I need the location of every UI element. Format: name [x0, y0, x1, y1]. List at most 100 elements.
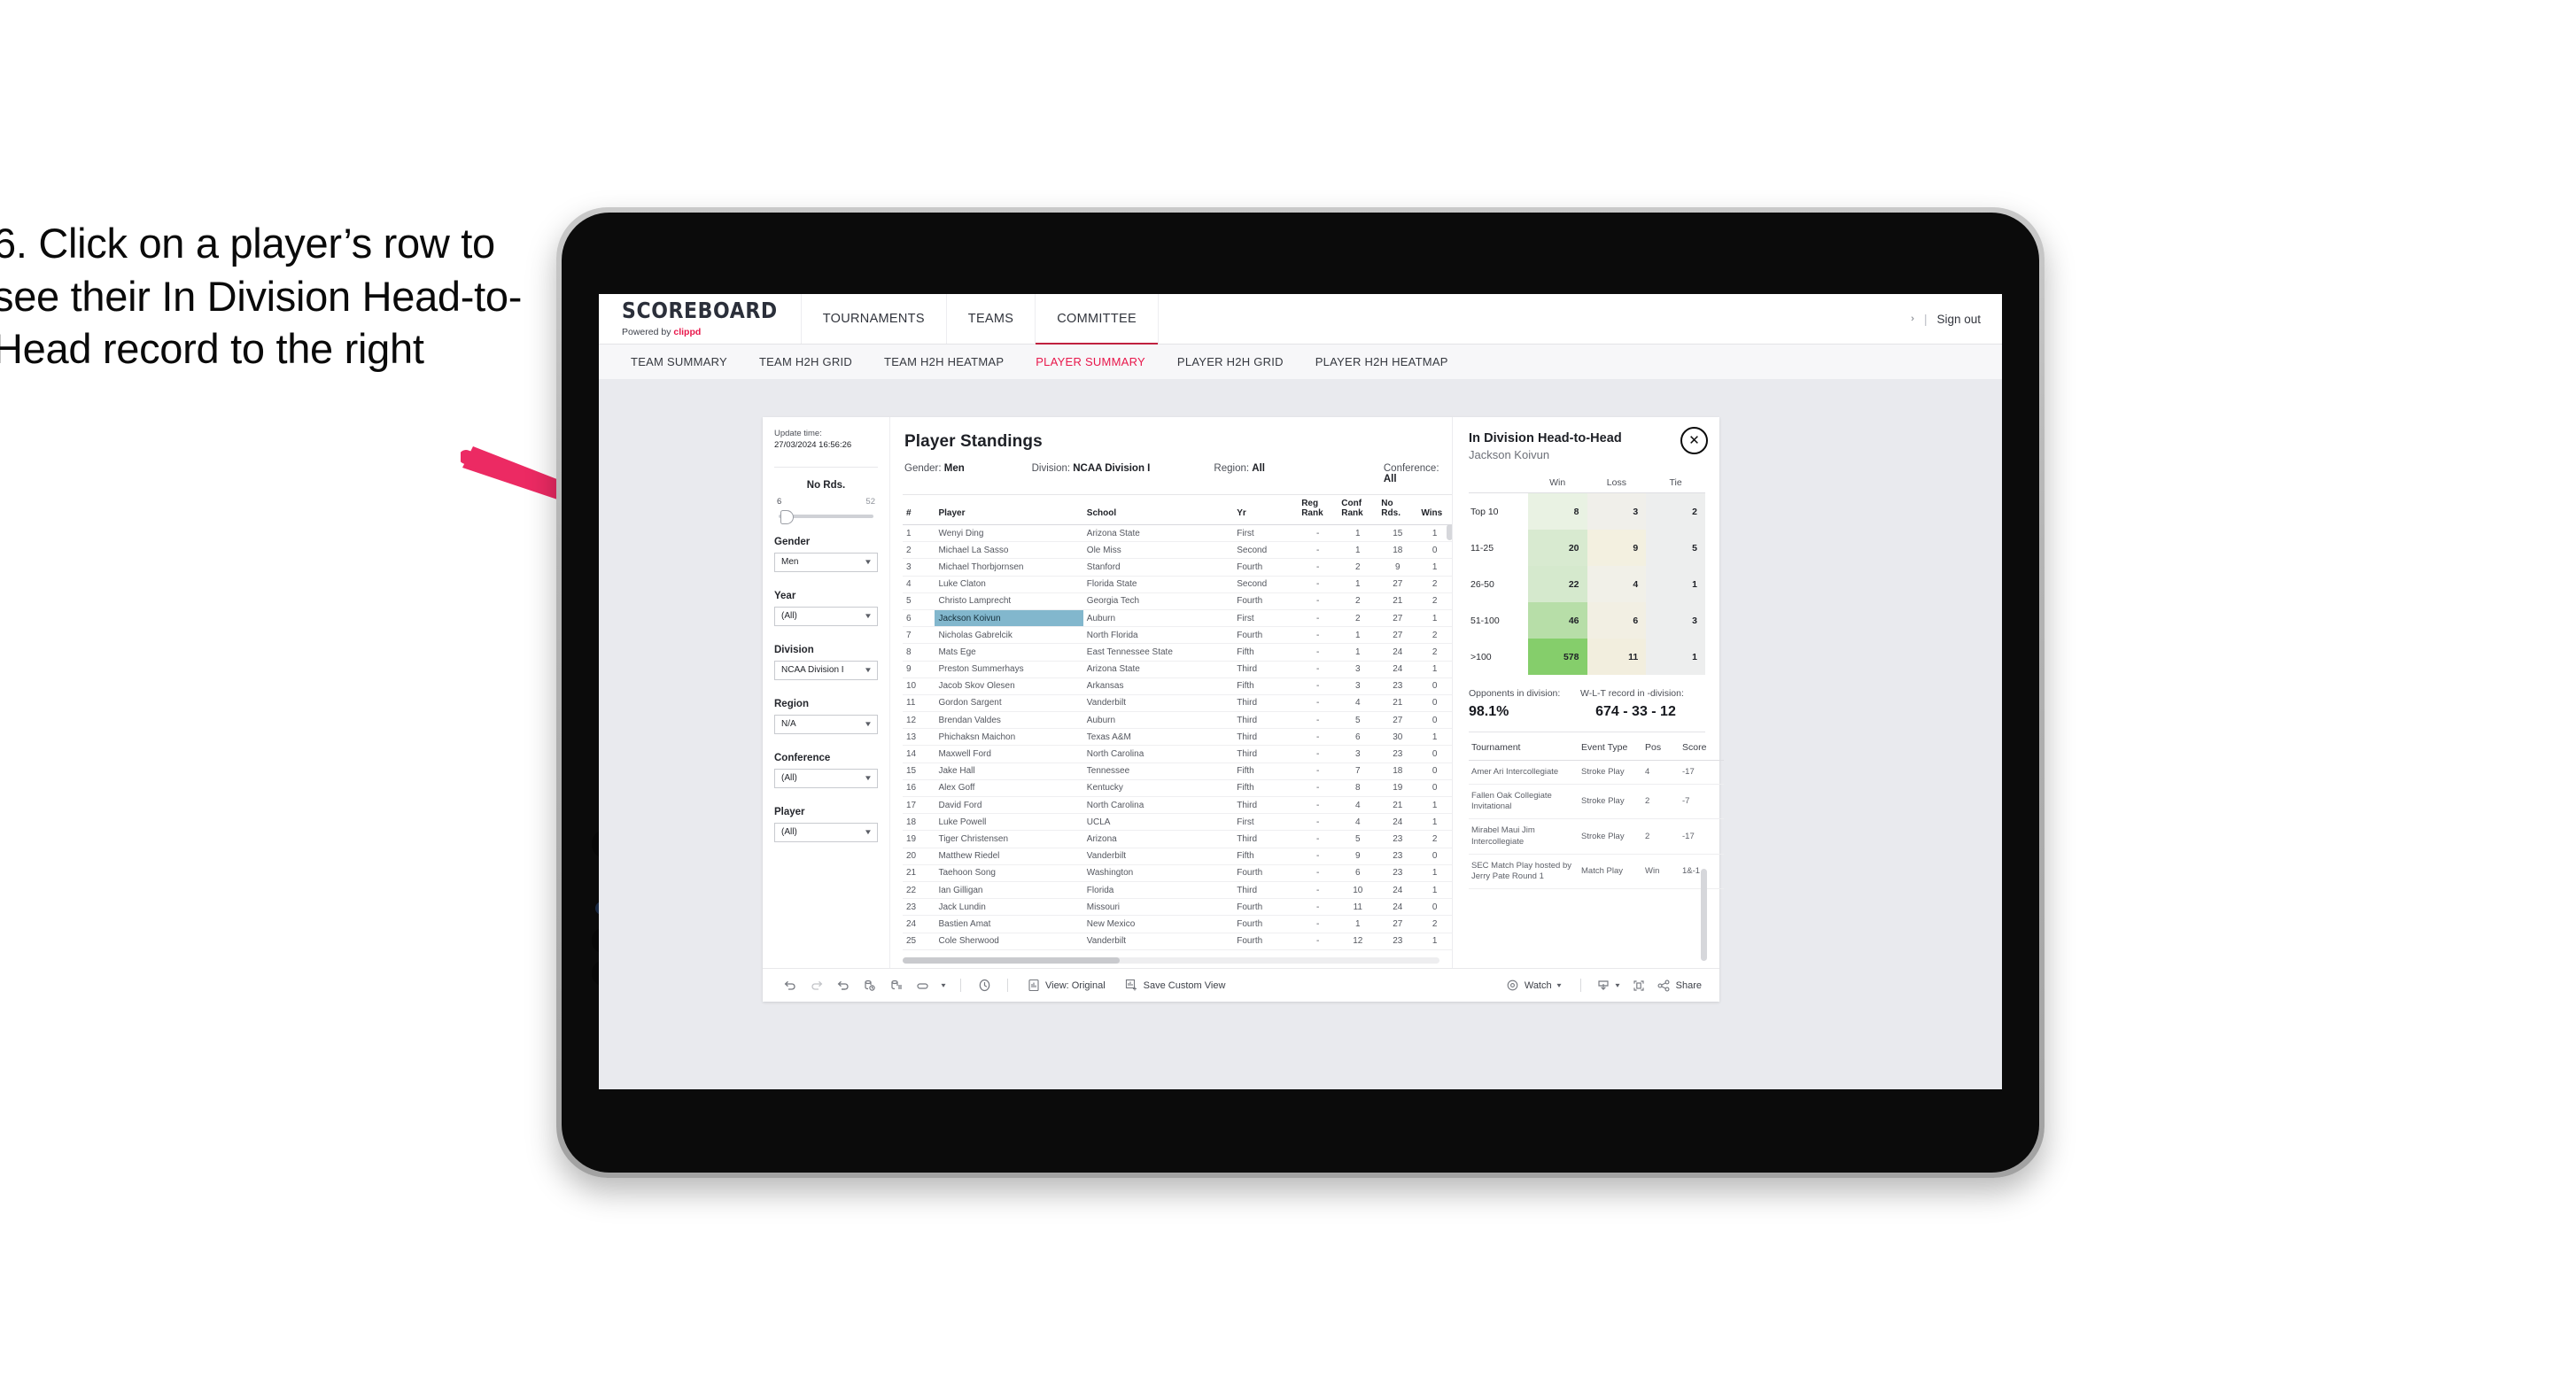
tab-team-summary[interactable]: TEAM SUMMARY — [615, 355, 743, 368]
clippd-name: clippd — [673, 326, 702, 337]
tab-team-h2h-heatmap[interactable]: TEAM H2H HEATMAP — [868, 355, 1020, 368]
table-row[interactable]: 7 Nicholas Gabrelcik North Florida Fourth -1… — [903, 626, 1452, 645]
col-wins[interactable]: Wins — [1417, 494, 1452, 525]
tab-player-summary[interactable]: PLAYER SUMMARY — [1020, 355, 1161, 368]
instruction-caption: 6. Click on a player’s row to see their … — [0, 220, 523, 373]
highlight-icon[interactable] — [910, 975, 936, 996]
table-row[interactable]: 17 David Ford North Carolina Third -4 21 1 — [903, 796, 1452, 815]
table-row[interactable]: 1 Wenyi Ding Arizona State First -1 15 1 — [903, 524, 1452, 543]
cell-event-type: Stroke Play — [1579, 818, 1642, 855]
table-row[interactable]: 18 Luke Powell UCLA First -4 24 1 — [903, 813, 1452, 832]
table-row[interactable]: 21 Taehoon Song Washington Fourth -6 23 1 — [903, 864, 1452, 882]
table-row[interactable]: 23 Jack Lundin Missouri Fourth -11 24 0 — [903, 898, 1452, 917]
h2h-col-win: Win — [1527, 476, 1587, 493]
clock-icon[interactable] — [971, 975, 997, 996]
refresh-data-icon[interactable] — [857, 975, 883, 996]
redo-icon[interactable] — [803, 975, 830, 996]
toolbar-divider-3 — [1579, 979, 1581, 992]
slider-track[interactable] — [779, 509, 873, 524]
highlight-dropdown-icon[interactable]: ▾ — [936, 975, 950, 996]
cell-school: UCLA — [1082, 813, 1234, 832]
filter-year-select[interactable]: (All) ▼ — [774, 606, 878, 626]
slider-handle[interactable] — [780, 509, 794, 524]
cell-reg-rank: - — [1298, 830, 1338, 848]
watch-button[interactable]: Watch ▾ — [1496, 979, 1571, 992]
standings-scroll-region: # Player School Yr Reg Rank Conf Rank No Rd… — [903, 494, 1453, 950]
cell-year: First — [1233, 609, 1299, 628]
table-row[interactable]: 12 Brendan Valdes Auburn Third -5 27 0 — [903, 711, 1452, 730]
no-rounds-label: No Rds. — [806, 479, 846, 491]
filter-player-select[interactable]: (All) ▼ — [774, 822, 878, 842]
filter-region: Region N/A ▼ — [774, 699, 878, 734]
col-player[interactable]: Player — [935, 494, 1083, 525]
share-button[interactable]: Share — [1653, 979, 1705, 993]
cell-year: Fourth — [1233, 558, 1299, 577]
pause-data-icon[interactable] — [883, 975, 910, 996]
cell-conf-rank: 1 — [1338, 576, 1378, 593]
col-reg-rank[interactable]: Reg Rank — [1298, 494, 1338, 525]
table-row[interactable]: 24 Bastien Amat New Mexico Fourth -1 27 2 — [903, 915, 1452, 933]
table-row[interactable]: 6 Jackson Koivun Auburn First -2 27 1 — [903, 609, 1452, 628]
table-row[interactable]: 16 Alex Goff Kentucky Fifth -8 19 0 — [903, 779, 1452, 798]
revert-icon[interactable] — [830, 975, 857, 996]
cell-year: Fifth — [1233, 779, 1299, 798]
table-row[interactable]: 3 Michael Thorbjornsen Stanford Fourth -2 9 1 — [903, 558, 1452, 577]
table-row[interactable]: 2 Michael La Sasso Ole Miss Second -1 18 0 — [903, 541, 1452, 560]
nav-item-tournaments[interactable]: TOURNAMENTS — [802, 294, 947, 344]
col-conf-rank-line2: Rank — [1341, 508, 1363, 518]
table-row[interactable]: 19 Tiger Christensen Arizona Third -5 23 2 — [903, 830, 1452, 848]
tab-player-h2h-grid[interactable]: PLAYER H2H GRID — [1161, 355, 1300, 368]
table-row[interactable]: 10 Jacob Skov Olesen Arkansas Fifth -3 23 0 — [903, 678, 1452, 695]
table-row[interactable]: 13 Phichaksn Maichon Texas A&M Third -6 30 1 — [903, 728, 1452, 747]
filter-conference-select[interactable]: (All) ▼ — [774, 768, 878, 788]
table-row[interactable]: 20 Matthew Riedel Vanderbilt Fifth -9 23 0 — [903, 848, 1452, 865]
h2h-bucket-label: 51-100 — [1470, 615, 1500, 626]
filter-division-select[interactable]: NCAA Division I ▼ — [774, 660, 878, 680]
close-icon[interactable]: ✕ — [1680, 427, 1708, 454]
cell-school: Auburn — [1082, 711, 1234, 730]
nav-item-committee[interactable]: COMMITTEE — [1036, 294, 1159, 345]
cell-year: Third — [1233, 881, 1299, 900]
col-rank[interactable]: # — [903, 494, 935, 525]
cell-wins: 0 — [1417, 541, 1452, 560]
h2h-col-loss: Loss — [1587, 476, 1647, 493]
save-custom-view-button[interactable]: Save Custom View — [1115, 979, 1236, 992]
horizontal-scrollbar-thumb[interactable] — [903, 957, 1120, 964]
table-row[interactable]: 5 Christo Lamprecht Georgia Tech Fourth -2 21… — [903, 592, 1452, 610]
filter-region-select[interactable]: N/A ▼ — [774, 714, 878, 734]
table-row[interactable]: 11 Gordon Sargent Vanderbilt Third -4 21 0 — [903, 694, 1452, 713]
view-original-button[interactable]: View: Original — [1018, 979, 1115, 992]
cell-reg-rank: - — [1298, 728, 1338, 747]
cell-conf-rank: 10 — [1338, 881, 1378, 900]
table-row[interactable]: 25 Cole Sherwood Vanderbilt Fourth -12 23 1 — [903, 933, 1452, 950]
table-row[interactable]: 4 Luke Claton Florida State Second -1 27 2 — [903, 576, 1452, 593]
visualization-card: Update time: 27/03/2024 16:56:26 No Rds.… — [763, 417, 1724, 1002]
fullscreen-button[interactable] — [1625, 979, 1653, 993]
col-school[interactable]: School — [1082, 494, 1234, 525]
cell-conf-rank: 12 — [1338, 933, 1378, 950]
table-row[interactable]: 14 Maxwell Ford North Carolina Third -3 23 0 — [903, 745, 1452, 763]
tab-team-h2h-grid[interactable]: TEAM H2H GRID — [743, 355, 868, 368]
col-year[interactable]: Yr — [1233, 494, 1299, 525]
nav-item-teams[interactable]: TEAMS — [947, 294, 1036, 344]
cell-player: Luke Powell — [935, 813, 1083, 832]
table-row[interactable]: 8 Mats Ege East Tennessee State Fifth -1 24 2 — [903, 643, 1452, 662]
tournament-scrollbar[interactable] — [1701, 869, 1707, 961]
tab-player-h2h-heatmap[interactable]: PLAYER H2H HEATMAP — [1300, 355, 1464, 368]
sign-out-link[interactable]: Sign out — [1936, 313, 1981, 326]
col-conf-rank[interactable]: Conf Rank — [1338, 494, 1378, 525]
cell-rank: 3 — [903, 558, 935, 577]
stat-wlt-value: 674 - 33 - 12 — [1595, 704, 1676, 719]
table-row[interactable]: 22 Ian Gilligan Florida Third -10 24 1 — [903, 881, 1452, 900]
undo-icon[interactable] — [777, 975, 803, 996]
table-row[interactable]: 15 Jake Hall Tennessee Fifth -7 18 0 — [903, 763, 1452, 780]
download-button[interactable]: ▾ — [1591, 979, 1625, 993]
cell-no-rounds: 9 — [1377, 558, 1418, 577]
col-no-rounds[interactable]: No Rds. — [1377, 494, 1418, 525]
table-row[interactable]: 9 Preston Summerhays Arizona State Third -3 2… — [903, 661, 1452, 678]
cell-player: Jackson Koivun — [935, 609, 1083, 628]
cell-reg-rank: - — [1298, 763, 1338, 780]
cell-wins: 0 — [1417, 678, 1452, 695]
cell-year: Fifth — [1233, 678, 1299, 695]
filter-gender-select[interactable]: Men ▼ — [774, 552, 878, 572]
